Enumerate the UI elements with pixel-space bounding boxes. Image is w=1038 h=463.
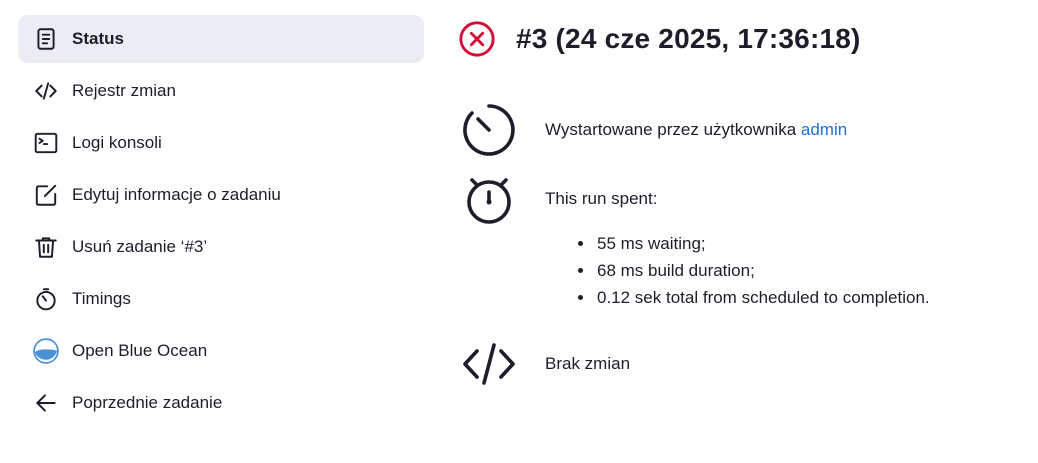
- blue-ocean-icon: [33, 338, 59, 364]
- sidebar-item-status[interactable]: Status: [18, 15, 424, 63]
- terminal-icon: [33, 130, 59, 156]
- sidebar-item-console-log[interactable]: Logi konsoli: [18, 119, 424, 167]
- sidebar-item-label: Logi konsoli: [72, 133, 162, 152]
- run-stats-list: 55 ms waiting; 68 ms build duration; 0.1…: [575, 230, 930, 311]
- sidebar-item-previous-build[interactable]: Poprzednie zadanie: [18, 379, 424, 427]
- user-link[interactable]: admin: [801, 120, 847, 139]
- changes-row: Brak zmian: [458, 333, 630, 395]
- sidebar-item-label: Rejestr zmian: [72, 81, 176, 100]
- sidebar-item-blue-ocean[interactable]: Open Blue Ocean: [18, 327, 424, 375]
- stopwatch-icon: [33, 286, 59, 312]
- started-by-text: Wystartowane przez użytkownika admin: [545, 120, 847, 140]
- trash-icon: [33, 234, 59, 260]
- page-title: #3 (24 cze 2025, 17:36:18): [516, 23, 861, 54]
- sidebar-item-label: Timings: [72, 289, 131, 308]
- run-spent-row: This run spent:: [458, 168, 657, 230]
- document-icon: [33, 26, 59, 52]
- list-item: 0.12 sek total from scheduled to complet…: [595, 284, 930, 311]
- sidebar-item-label: Edytuj informacje o zadaniu: [72, 185, 281, 204]
- code-icon: [458, 333, 520, 395]
- arrow-left-icon: [33, 390, 59, 416]
- sidebar-item-edit-info[interactable]: Edytuj informacje o zadaniu: [18, 171, 424, 219]
- started-by-row: Wystartowane przez użytkownika admin: [458, 99, 847, 161]
- changes-text: Brak zmian: [545, 354, 631, 373]
- run-spent-label: This run spent:: [545, 189, 658, 208]
- sidebar-item-changes[interactable]: Rejestr zmian: [18, 67, 424, 115]
- sidebar-item-label: Status: [72, 29, 124, 48]
- list-item: 55 ms waiting;: [595, 230, 930, 257]
- sidebar-item-label: Poprzednie zadanie: [72, 393, 223, 412]
- edit-icon: [33, 182, 59, 208]
- failed-icon: [458, 20, 496, 58]
- build-header: #3 (24 cze 2025, 17:36:18): [458, 20, 861, 58]
- sidebar-item-label: Open Blue Ocean: [72, 341, 208, 360]
- timer-icon: [458, 99, 520, 161]
- started-by-label: Wystartowane przez użytkownika: [545, 120, 801, 139]
- sidebar-item-label: Usuń zadanie ‘#3’: [72, 237, 208, 256]
- list-item: 68 ms build duration;: [595, 257, 930, 284]
- sidebar-item-timings[interactable]: Timings: [18, 275, 424, 323]
- code-icon: [33, 78, 59, 104]
- sidebar: Status Rejestr zmian Logi konsoli Edytuj…: [18, 15, 424, 431]
- stopwatch-icon: [458, 168, 520, 230]
- sidebar-item-delete-build[interactable]: Usuń zadanie ‘#3’: [18, 223, 424, 271]
